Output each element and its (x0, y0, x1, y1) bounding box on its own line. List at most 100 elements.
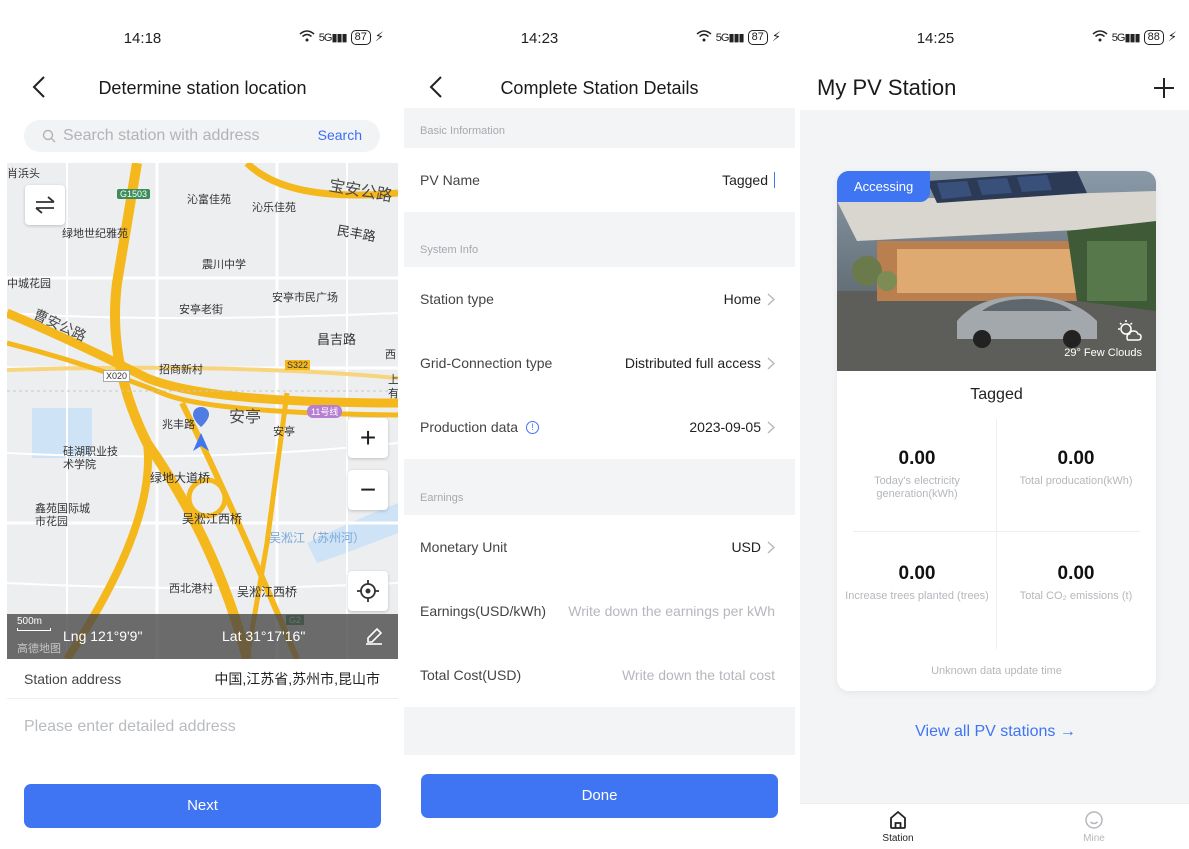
station-card[interactable]: Accessing 29° Few Clouds Tagged 0.00 Tod… (837, 171, 1156, 691)
monetary-unit-value: USD (731, 539, 761, 555)
latitude-readout: Lat 31°17'16" (222, 628, 306, 644)
map-view[interactable]: 肖浜头 沁富佳苑 沁乐佳苑 宝安公路 绿地世纪雅苑 民丰路 震川中学 中城花园 … (7, 163, 398, 659)
tab-mine[interactable]: Mine (1054, 810, 1134, 844)
section-basic-info: Basic Information (420, 125, 505, 137)
tab-mine-label: Mine (1083, 833, 1105, 844)
crosshair-icon (357, 580, 379, 602)
earnings-input[interactable]: Write down the earnings per kWh (568, 603, 775, 619)
update-time: Unknown data update time (931, 665, 1062, 677)
locate-button[interactable] (348, 571, 388, 611)
edit-coordinates-icon[interactable] (364, 626, 384, 649)
map-provider-logo: 高德地图 (17, 643, 61, 655)
map-label: 招商新村 (159, 364, 203, 376)
metric-co2-emissions: 0.00 Total CO₂ emissions (t) (1001, 563, 1151, 603)
nav-bar: Complete Station Details (404, 66, 795, 114)
page-title: My PV Station (817, 75, 957, 100)
grid-connection-label: Grid-Connection type (420, 355, 553, 371)
grid-connection-value: Distributed full access (624, 355, 761, 371)
status-bar: 14:23 5G▮▮▮ 87 ⚡ (404, 8, 795, 68)
pv-name-value: Tagged (722, 172, 768, 188)
map-label: 绿地大道桥 (150, 471, 211, 485)
search-icon (42, 129, 56, 143)
tab-station[interactable]: Station (858, 810, 938, 844)
page-title: Complete Station Details (500, 78, 699, 98)
status-icons: 5G▮▮▮ 87 ⚡ (299, 29, 384, 45)
metric-label: Total CO₂ emissions (t) (1019, 590, 1133, 602)
map-label: 吴淞江（苏州河） (269, 531, 366, 545)
road-tag: G1503 (117, 189, 151, 199)
coordinate-bar: 500m 高德地图 Lng 121°9'9" Lat 31°17'16" (7, 614, 398, 659)
nav-bar: My PV Station (800, 66, 1189, 110)
info-icon[interactable]: ! (526, 420, 540, 434)
text-cursor (774, 172, 775, 188)
station-address-row: Station address 中国,江苏省,苏州市,昆山市 (7, 659, 398, 699)
station-photo: Accessing 29° Few Clouds (837, 171, 1156, 371)
pv-name-input[interactable]: Tagged (722, 172, 775, 188)
wifi-icon (299, 29, 315, 45)
status-bar: 14:25 5G▮▮▮ 88 ⚡ (800, 8, 1189, 68)
signal-icon: 5G▮▮▮ (715, 31, 745, 44)
chevron-right-icon (767, 356, 775, 370)
chevron-right-icon (767, 292, 775, 306)
road-tag: S322 (285, 360, 311, 370)
map-label: 安亭 (273, 426, 295, 438)
monetary-unit-row[interactable]: Monetary Unit USD (404, 515, 795, 579)
swap-icon (35, 196, 55, 214)
swap-layers-button[interactable] (25, 185, 65, 225)
map-label: 中城花园 (7, 278, 51, 290)
grid-connection-row[interactable]: Grid-Connection type Distributed full ac… (404, 331, 795, 395)
status-time: 14:25 (916, 30, 955, 47)
section-earnings: Earnings (420, 492, 464, 504)
station-type-value: Home (723, 291, 761, 307)
detailed-address-input[interactable]: Please enter detailed address (24, 718, 236, 736)
nav-bar: Determine station location (7, 66, 398, 114)
weather-info: 29° Few Clouds (1064, 320, 1142, 359)
status-time: 14:23 (520, 30, 559, 47)
total-cost-input[interactable]: Write down the total cost (622, 667, 775, 683)
station-type-row[interactable]: Station type Home (404, 267, 795, 331)
done-button[interactable]: Done (421, 774, 778, 818)
location-pin-icon (193, 407, 209, 427)
scale-label: 500m (17, 616, 43, 627)
map-label: 沁富佳苑 (187, 194, 231, 206)
map-label: 兆丰路 (162, 419, 195, 431)
next-button[interactable]: Next (24, 784, 381, 828)
status-icons: 5G▮▮▮ 88 ⚡ (1092, 29, 1177, 45)
road-tag: 11号线 (307, 405, 343, 418)
charging-icon: ⚡ (1167, 29, 1177, 44)
divider (853, 531, 1140, 532)
road-tag: X020 (103, 370, 131, 382)
zoom-out-button[interactable]: − (348, 470, 388, 510)
home-icon (890, 810, 906, 829)
page-title: Determine station location (98, 78, 307, 98)
map-label: 绿地世纪雅苑 (62, 228, 128, 240)
smiley-icon (1085, 811, 1103, 829)
charging-icon: ⚡ (374, 29, 384, 44)
status-badge: Accessing (837, 171, 931, 202)
add-station-icon[interactable] (1153, 77, 1175, 99)
metric-label: Total producation(kWh) (1019, 475, 1133, 487)
production-data-row[interactable]: Production data! 2023-09-05 (404, 395, 795, 459)
wifi-icon (1092, 29, 1108, 45)
station-address-label: Station address (24, 670, 122, 687)
search-button[interactable]: Search (318, 127, 362, 143)
search-input[interactable]: Search station with address Search (24, 120, 380, 152)
status-time: 14:18 (123, 30, 162, 47)
monetary-unit-label: Monetary Unit (420, 539, 508, 555)
metric-label: Increase trees planted (trees) (845, 590, 989, 602)
scale-bar (17, 628, 51, 631)
status-bar: 14:18 5G▮▮▮ 87 ⚡ (7, 8, 398, 68)
signal-icon: 5G▮▮▮ (1111, 31, 1141, 44)
production-data-value: 2023-09-05 (689, 419, 761, 435)
production-data-label: Production data (420, 419, 519, 435)
map-label: 有 (388, 388, 398, 400)
screen-my-pv-station: 14:25 5G▮▮▮ 88 ⚡ My PV Station Accessing… (800, 8, 1189, 849)
pv-name-row[interactable]: PV Name Tagged (404, 148, 795, 212)
map-label: 安亭 (229, 409, 262, 426)
search-placeholder: Search station with address (63, 127, 260, 144)
map-label: 安亭市民广场 (272, 292, 338, 304)
view-all-stations-link[interactable]: View all PV stations → (800, 723, 1189, 741)
zoom-in-button[interactable]: + (348, 418, 388, 458)
total-cost-row: Total Cost(USD) Write down the total cos… (404, 643, 795, 707)
metric-value: 0.00 (1057, 448, 1095, 469)
